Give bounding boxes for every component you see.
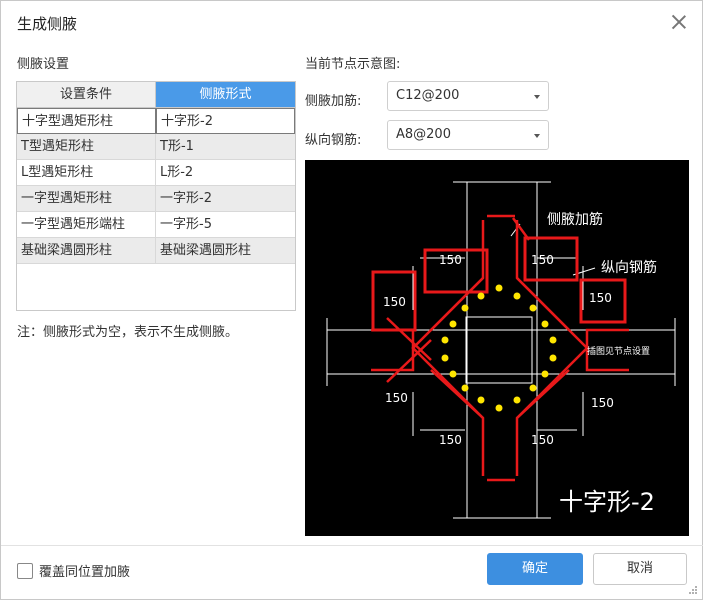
dim-label: 150	[591, 396, 614, 410]
dim-label: 150	[531, 253, 554, 267]
condition-cell[interactable]: 十字型遇矩形柱	[17, 108, 156, 134]
long-rebar-label: 纵向钢筋:	[305, 133, 362, 148]
form-cell[interactable]: 十字形-2	[156, 108, 295, 134]
table-row[interactable]: 基础梁遇圆形柱 基础梁遇圆形柱	[17, 238, 295, 264]
empty-form-note: 注：侧腋形式为空，表示不生成侧腋。	[17, 325, 239, 340]
overwrite-checkbox-label: 覆盖同位置加腋	[39, 565, 131, 580]
side-haunch-rebar-label: 侧腋加筋	[547, 211, 603, 228]
condition-cell[interactable]: 一字型遇矩形柱	[17, 186, 156, 212]
ok-button[interactable]: 确定	[487, 553, 583, 585]
node-diagram-label: 当前节点示意图:	[305, 57, 401, 72]
dialog: 生成侧腋 侧腋设置 当前节点示意图: 设置条件 侧腋形式 十字型遇矩形柱 十字形…	[0, 0, 703, 600]
chevron-down-icon	[534, 95, 540, 99]
dim-label: 150	[439, 253, 462, 267]
diagram-type-label: 十字形-2	[559, 488, 655, 516]
condition-cell[interactable]: T型遇矩形柱	[17, 134, 156, 160]
dialog-title: 生成侧腋	[17, 15, 78, 33]
column-header-form[interactable]: 侧腋形式	[156, 82, 295, 108]
chevron-down-icon	[534, 134, 540, 138]
table-row[interactable]: L型遇矩形柱 L形-2	[17, 160, 295, 186]
side-rebar-value: C12@200	[396, 88, 460, 103]
side-rebar-select[interactable]: C12@200	[387, 81, 549, 111]
dim-label: 150	[385, 391, 408, 405]
dim-label: 150	[589, 291, 612, 305]
condition-cell[interactable]: 一字型遇矩形端柱	[17, 212, 156, 238]
dim-label: 150	[383, 295, 406, 309]
footer-divider	[1, 545, 703, 546]
long-rebar-select[interactable]: A8@200	[387, 120, 549, 150]
table-header: 设置条件 侧腋形式	[17, 82, 295, 108]
settings-table: 设置条件 侧腋形式 十字型遇矩形柱 十字形-2 T型遇矩形柱 T形-1 L型遇矩…	[16, 81, 296, 311]
table-row[interactable]: 一字型遇矩形端柱 一字形-5	[17, 212, 295, 238]
node-diagram-svg: 150 150 150 150 150 150 150 150 侧腋加筋 纵向钢…	[326, 181, 676, 519]
side-rebar-label: 侧腋加筋:	[305, 94, 362, 109]
form-cell[interactable]: 一字形-2	[156, 186, 295, 212]
cancel-button[interactable]: 取消	[593, 553, 687, 585]
resize-grip-icon[interactable]	[688, 585, 698, 595]
table-row[interactable]: T型遇矩形柱 T形-1	[17, 134, 295, 160]
overwrite-checkbox[interactable]: 覆盖同位置加腋	[17, 561, 130, 580]
node-setting-note: 插图见节点设置	[587, 345, 650, 357]
node-diagram: 150 150 150 150 150 150 150 150 侧腋加筋 纵向钢…	[305, 160, 689, 536]
condition-cell[interactable]: L型遇矩形柱	[17, 160, 156, 186]
dim-label: 150	[531, 433, 554, 447]
long-rebar-value: A8@200	[396, 127, 451, 142]
dim-label: 150	[439, 433, 462, 447]
close-icon[interactable]	[670, 13, 688, 31]
table-row[interactable]: 十字型遇矩形柱 十字形-2	[17, 108, 295, 134]
form-cell[interactable]: 基础梁遇圆形柱	[156, 238, 295, 264]
condition-cell[interactable]: 基础梁遇圆形柱	[17, 238, 156, 264]
form-cell[interactable]: L形-2	[156, 160, 295, 186]
long-rebar-diagram-label: 纵向钢筋	[601, 259, 657, 276]
table-row[interactable]: 一字型遇矩形柱 一字形-2	[17, 186, 295, 212]
checkbox-box[interactable]	[17, 562, 33, 579]
form-cell[interactable]: 一字形-5	[156, 212, 295, 238]
form-cell[interactable]: T形-1	[156, 134, 295, 160]
column-header-condition[interactable]: 设置条件	[17, 82, 156, 108]
side-haunch-settings-label: 侧腋设置	[17, 57, 70, 72]
